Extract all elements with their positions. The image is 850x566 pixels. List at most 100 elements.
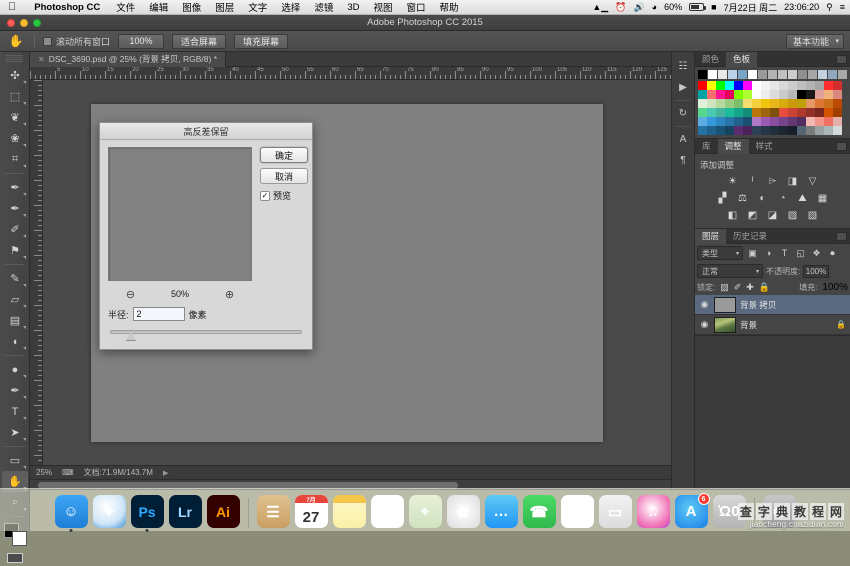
swatch[interactable] [707, 99, 716, 108]
horizontal-ruler[interactable]: 5 10 15 20 25 30 35 40 45 50 55 60 65 70 75 80 85 90 95 100… [30, 67, 695, 80]
swatch[interactable] [770, 99, 779, 108]
swatch[interactable] [752, 126, 761, 135]
photos-icon[interactable]: ✿ [446, 495, 480, 528]
swatch[interactable] [725, 108, 734, 117]
lightroom-icon[interactable]: Lr [168, 495, 202, 528]
radius-slider[interactable] [110, 326, 302, 340]
filter-smart-icon[interactable]: ❖ [810, 247, 823, 260]
swatch[interactable] [788, 70, 797, 79]
swatch[interactable] [779, 99, 788, 108]
swatch[interactable] [716, 126, 725, 135]
checkbox-box[interactable] [43, 36, 52, 46]
photoshop-icon[interactable]: Ps [130, 495, 164, 528]
swatch[interactable] [707, 108, 716, 117]
swatch[interactable] [770, 90, 779, 99]
swatch[interactable] [788, 99, 797, 108]
tab-swatches[interactable]: 色板 [726, 51, 758, 67]
document-tab[interactable]: ✕ DSC_3690.psd @ 25% (背景 拷贝, RGB/8) * [30, 51, 227, 67]
swatch[interactable] [779, 81, 788, 90]
fit-screen-button[interactable]: 适合屏幕 [172, 33, 227, 49]
swatch[interactable] [806, 126, 815, 135]
swatch[interactable] [824, 90, 833, 99]
swatch[interactable] [833, 99, 842, 108]
color-lookup-icon[interactable]: ▦ [816, 192, 829, 204]
tab-history[interactable]: 历史记录 [726, 229, 774, 244]
swatch[interactable] [716, 117, 725, 126]
swatch[interactable] [752, 90, 761, 99]
move-tool[interactable]: ✣ [2, 65, 28, 86]
tab-layers[interactable]: 图层 [695, 228, 727, 244]
swatch[interactable] [698, 126, 707, 135]
swatch[interactable] [815, 126, 824, 135]
swatch[interactable] [824, 126, 833, 135]
minimize-window-button[interactable] [20, 19, 28, 27]
swatch[interactable] [752, 117, 761, 126]
history-brush-tool[interactable]: ✎ [2, 268, 28, 289]
finder-icon[interactable]: ☺ [54, 495, 88, 528]
battery-icon[interactable] [689, 3, 707, 11]
wifi-icon[interactable]: ◕ [652, 2, 657, 12]
maximize-window-button[interactable] [33, 19, 41, 27]
swatch[interactable] [770, 117, 779, 126]
swatch[interactable] [698, 81, 707, 90]
apple-icon[interactable]:  [0, 1, 25, 13]
swatch[interactable] [698, 90, 707, 99]
swatch[interactable] [752, 81, 761, 90]
tab-color[interactable]: 颜色 [695, 52, 726, 67]
menu-item-type[interactable]: 文字 [241, 0, 274, 14]
swatch[interactable] [734, 90, 743, 99]
vertical-ruler[interactable] [30, 80, 43, 465]
photo-filter-icon[interactable]: ◔ [776, 192, 789, 204]
clock-icon[interactable]: ⏰ [615, 2, 626, 13]
swatch[interactable] [797, 126, 806, 135]
keynote-icon[interactable]: ▭ [598, 495, 632, 528]
clone-stamp-tool[interactable]: ⚑ [2, 240, 28, 261]
tab-library[interactable]: 库 [695, 139, 718, 154]
chevron-right-icon[interactable]: ▶ [163, 469, 168, 477]
workspace-selector[interactable]: 基本功能 [785, 33, 844, 49]
filter-type-icon[interactable]: T [778, 247, 791, 260]
itunes-icon[interactable]: ♫ [636, 495, 670, 528]
menu-item-file[interactable]: 文件 [109, 0, 142, 14]
swatch[interactable] [815, 99, 824, 108]
swatch[interactable] [815, 90, 824, 99]
swatch[interactable] [743, 108, 752, 117]
quick-mask-icon[interactable] [2, 550, 28, 566]
swatch[interactable] [761, 99, 770, 108]
illustrator-icon[interactable]: Ai [206, 495, 240, 528]
eye-icon[interactable]: ◉ [699, 299, 710, 310]
filter-adjustment-icon[interactable]: ◑ [762, 247, 775, 260]
swatch[interactable] [815, 117, 824, 126]
swatch-top-row[interactable] [698, 70, 847, 79]
swatch[interactable] [698, 99, 707, 108]
slider-track[interactable] [110, 330, 302, 334]
swatch[interactable] [707, 117, 716, 126]
swatch[interactable] [734, 117, 743, 126]
actions-icon[interactable]: ↻ [672, 103, 694, 124]
swatch[interactable] [833, 81, 842, 90]
black-white-icon[interactable]: ◐ [756, 192, 769, 204]
swatch[interactable] [743, 126, 752, 135]
gradient-tool[interactable]: ▤ [2, 310, 28, 331]
dialog-preview-area[interactable] [108, 147, 252, 281]
swatch[interactable] [818, 70, 827, 79]
swatch[interactable] [797, 90, 806, 99]
filter-power-icon[interactable]: ⏺ [826, 247, 839, 260]
swatch[interactable] [698, 108, 707, 117]
blend-mode-select[interactable]: 正常 [697, 264, 763, 278]
swatch[interactable] [707, 81, 716, 90]
ok-button[interactable]: 确定 [260, 147, 308, 163]
tab-styles[interactable]: 样式 [749, 139, 780, 154]
swatch[interactable] [734, 108, 743, 117]
invert-icon[interactable]: ◧ [726, 209, 739, 221]
radius-input[interactable]: 2 [132, 307, 185, 321]
swatch[interactable] [761, 108, 770, 117]
swatch[interactable] [788, 117, 797, 126]
lock-all-icon[interactable]: 🔒 [759, 282, 770, 293]
swatch[interactable] [707, 90, 716, 99]
numbers-icon[interactable]: █ [560, 495, 594, 528]
swatch[interactable] [779, 126, 788, 135]
panel-menu-icon[interactable] [836, 232, 847, 241]
swatch[interactable] [833, 117, 842, 126]
contacts-icon[interactable]: ☰ [256, 495, 290, 528]
